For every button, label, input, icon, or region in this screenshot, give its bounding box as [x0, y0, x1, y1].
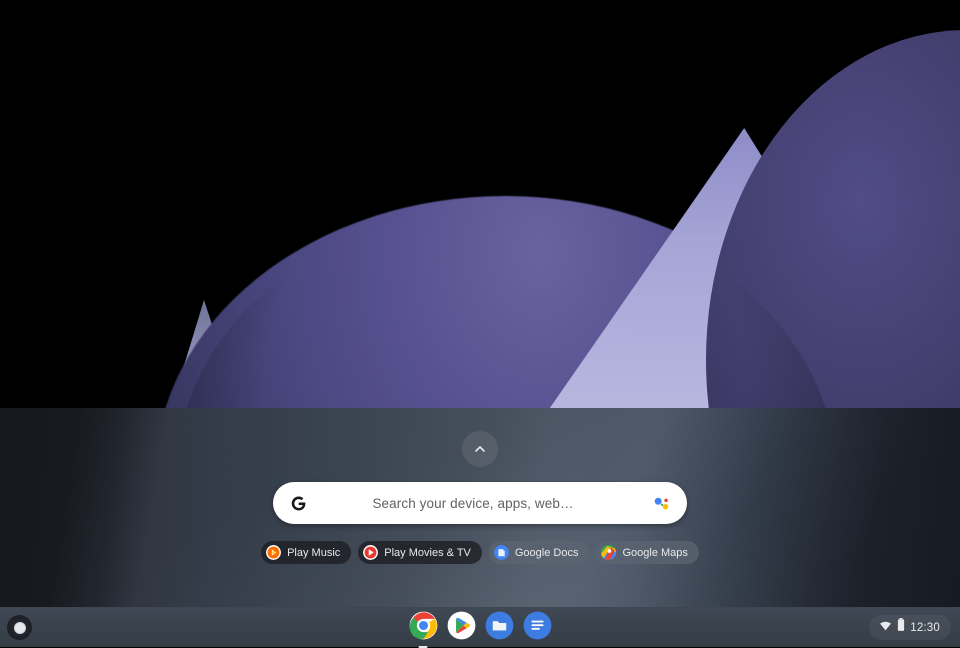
- wifi-icon: [879, 619, 892, 637]
- launcher-expand-button[interactable]: [462, 431, 498, 467]
- launcher-search-box[interactable]: Search your device, apps, web…: [273, 482, 687, 524]
- shelf-app-list: [0, 608, 960, 648]
- docs-icon: [523, 611, 552, 645]
- google-docs-icon: [493, 545, 509, 560]
- google-maps-icon: [601, 545, 617, 560]
- shelf-app-play-store[interactable]: [447, 611, 476, 645]
- chip-play-movies-tv[interactable]: Play Movies & TV: [358, 541, 482, 564]
- shelf-app-docs[interactable]: [523, 611, 552, 645]
- shelf-app-files[interactable]: [485, 611, 514, 645]
- chip-label: Play Music: [287, 546, 341, 559]
- chrome-icon: [409, 611, 438, 645]
- google-assistant-icon[interactable]: [649, 491, 673, 515]
- chip-google-docs[interactable]: Google Docs: [488, 541, 590, 564]
- shelf[interactable]: 12:30: [0, 607, 960, 648]
- status-tray-time: 12:30: [910, 621, 940, 634]
- chevron-up-icon: [472, 441, 488, 457]
- chip-google-maps[interactable]: Google Maps: [596, 541, 699, 564]
- status-tray[interactable]: 12:30: [869, 615, 951, 640]
- chip-play-music[interactable]: Play Music: [261, 541, 352, 564]
- chip-label: Play Movies & TV: [384, 546, 471, 559]
- search-input-placeholder[interactable]: Search your device, apps, web…: [297, 496, 649, 511]
- shelf-app-chrome[interactable]: [409, 611, 438, 648]
- files-icon: [485, 611, 514, 645]
- play-store-icon: [447, 611, 476, 645]
- play-movies-icon: [363, 545, 379, 560]
- play-music-icon: [266, 545, 282, 560]
- launcher-suggestion-chips: Play Music Play Movies & TV Google Docs: [0, 541, 960, 564]
- battery-icon: [897, 618, 905, 637]
- chip-label: Google Maps: [622, 546, 688, 559]
- chip-label: Google Docs: [514, 546, 579, 559]
